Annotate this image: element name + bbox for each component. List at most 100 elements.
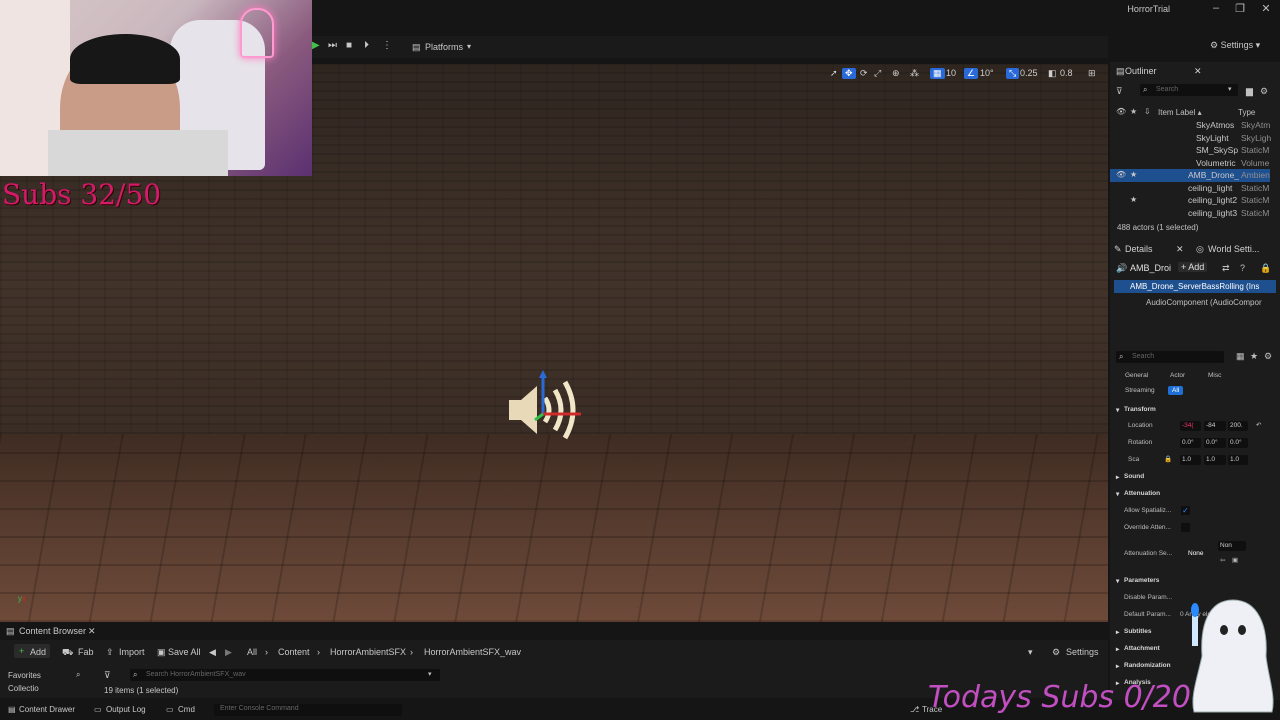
angle-snap-icon[interactable]: ∠ bbox=[964, 68, 979, 79]
browse-icon[interactable]: ▣ bbox=[1232, 556, 1238, 564]
chevron-right-icon[interactable]: ▸ bbox=[1116, 473, 1119, 481]
filter-icon[interactable]: ⊽ bbox=[1116, 86, 1123, 97]
blueprint-icon[interactable]: ⇄ bbox=[1222, 263, 1230, 274]
close-icon[interactable]: ✕ bbox=[1176, 244, 1184, 255]
save-all-button[interactable]: Save All bbox=[168, 647, 201, 657]
attenuation-dropdown[interactable]: Non bbox=[1218, 541, 1246, 551]
breadcrumb-horrorambientsfx[interactable]: HorrorAmbientSFX bbox=[330, 647, 406, 657]
location-y[interactable]: -84 bbox=[1204, 421, 1226, 431]
scale-y[interactable]: 1.0 bbox=[1204, 455, 1226, 465]
play-icon[interactable]: ▶ bbox=[312, 40, 320, 51]
outliner-tab[interactable]: Outliner bbox=[1125, 66, 1157, 76]
minimize-button[interactable]: – bbox=[1206, 2, 1226, 16]
outliner-search-input[interactable]: ⌕ Search ▾ bbox=[1140, 84, 1238, 96]
chevron-down-icon[interactable]: ▾ bbox=[1028, 647, 1033, 658]
grid-snap-icon[interactable]: ▦ bbox=[930, 68, 945, 79]
filter-actor[interactable]: Actor bbox=[1170, 372, 1185, 379]
star-icon[interactable]: ★ bbox=[1130, 107, 1137, 116]
outliner-row-selected[interactable]: 👁 ★ AMB_Drone_ Ambien bbox=[1110, 169, 1270, 182]
rotation-z[interactable]: 0.0° bbox=[1228, 438, 1248, 448]
outliner-row[interactable]: ★ ceiling_light2 StaticM bbox=[1110, 194, 1270, 207]
allow-spatialization-checkbox[interactable]: ✓ bbox=[1181, 506, 1190, 515]
asset-search-input[interactable]: ⌕ Search HorrorAmbientSFX_wav ▾ bbox=[130, 669, 440, 681]
column-type[interactable]: Type bbox=[1238, 108, 1255, 117]
attenuation-section[interactable]: Attenuation bbox=[1124, 490, 1160, 497]
star-icon[interactable]: ★ bbox=[1250, 351, 1258, 362]
cmd-button[interactable]: Cmd bbox=[178, 705, 195, 714]
attachment-section[interactable]: Attachment bbox=[1124, 645, 1160, 652]
eject-icon[interactable]: ⏵ bbox=[364, 40, 369, 51]
chevron-right-icon[interactable]: ▸ bbox=[1116, 662, 1119, 670]
visibility-icon[interactable]: 👁 bbox=[1116, 170, 1126, 179]
outliner-row[interactable]: ceiling_light StaticM bbox=[1110, 182, 1270, 195]
add-component-button[interactable]: + Add bbox=[1178, 262, 1208, 272]
world-settings-tab[interactable]: World Setti... bbox=[1208, 244, 1259, 254]
sound-section[interactable]: Sound bbox=[1124, 473, 1144, 480]
translate-icon[interactable]: ✥ bbox=[842, 68, 856, 79]
rotate-icon[interactable]: ⟳ bbox=[860, 68, 868, 79]
column-item-label[interactable]: Item Label ▴ bbox=[1158, 108, 1202, 117]
world-icon[interactable]: ⊕ bbox=[892, 68, 900, 79]
search-icon[interactable]: ⌕ bbox=[76, 670, 80, 680]
breadcrumb-all[interactable]: All bbox=[247, 647, 257, 657]
randomization-section[interactable]: Randomization bbox=[1124, 662, 1171, 669]
filter-streaming[interactable]: Streaming bbox=[1125, 387, 1155, 394]
filter-all[interactable]: All bbox=[1168, 386, 1184, 395]
content-settings-button[interactable]: Settings bbox=[1066, 647, 1099, 657]
pin-icon[interactable]: ⇩ bbox=[1144, 107, 1151, 116]
location-label[interactable]: Location bbox=[1128, 422, 1153, 429]
outliner-row[interactable]: SkyAtmos SkyAtm bbox=[1110, 119, 1270, 132]
camera-speed-icon[interactable]: ◧ bbox=[1048, 68, 1057, 79]
subtitles-section[interactable]: Subtitles bbox=[1124, 628, 1151, 635]
outliner-row[interactable]: Volumetric Volume bbox=[1110, 157, 1270, 170]
rotation-x[interactable]: 0.0° bbox=[1180, 438, 1201, 448]
angle-snap-value[interactable]: 10° bbox=[980, 68, 994, 78]
outliner-row[interactable]: SM_SkySp StaticM bbox=[1110, 144, 1270, 157]
visibility-icon[interactable]: 👁 bbox=[1116, 107, 1126, 116]
audio-actor-icon[interactable] bbox=[505, 370, 585, 450]
parameters-section[interactable]: Parameters bbox=[1124, 577, 1159, 584]
scale-snap-value[interactable]: 0.25 bbox=[1020, 68, 1038, 78]
camera-speed-value[interactable]: 0.8 bbox=[1060, 68, 1073, 78]
transform-section[interactable]: Transform bbox=[1124, 406, 1156, 413]
back-icon[interactable]: ◀ bbox=[209, 647, 216, 658]
close-icon[interactable]: ✕ bbox=[1194, 66, 1202, 77]
location-z[interactable]: 200. bbox=[1228, 421, 1248, 431]
gear-icon[interactable]: ⚙ bbox=[1260, 86, 1268, 97]
help-icon[interactable]: ? bbox=[1240, 263, 1245, 273]
fab-button[interactable]: Fab bbox=[78, 647, 94, 657]
lock-icon[interactable]: 🔒 bbox=[1260, 263, 1271, 274]
scale-x[interactable]: 1.0 bbox=[1180, 455, 1201, 465]
chevron-right-icon[interactable]: ▸ bbox=[1116, 628, 1119, 636]
content-drawer-button[interactable]: Content Drawer bbox=[19, 705, 75, 714]
grid-snap-value[interactable]: 10 bbox=[946, 68, 956, 78]
output-log-button[interactable]: Output Log bbox=[106, 705, 146, 714]
platforms-button[interactable]: Platforms bbox=[425, 42, 463, 52]
location-x[interactable]: -34( bbox=[1180, 421, 1201, 431]
component-child-label[interactable]: AudioComponent (AudioCompor bbox=[1146, 298, 1262, 307]
filter-general[interactable]: General bbox=[1125, 372, 1148, 379]
chevron-down-icon[interactable]: ▾ bbox=[1116, 577, 1119, 585]
add-button[interactable]: + Add bbox=[14, 644, 50, 658]
breadcrumb-horrorambientsfx-wav[interactable]: HorrorAmbientSFX_wav bbox=[424, 647, 521, 657]
actor-name[interactable]: AMB_Droi bbox=[1130, 263, 1171, 273]
scale-snap-icon[interactable]: ⤡ bbox=[1006, 68, 1020, 79]
details-tab[interactable]: Details bbox=[1125, 244, 1153, 254]
stop-icon[interactable]: ■ bbox=[346, 40, 352, 51]
outliner-row[interactable]: ceiling_light3 StaticM bbox=[1110, 207, 1270, 220]
gear-icon[interactable]: ⚙ bbox=[1264, 351, 1272, 362]
breadcrumb-content[interactable]: Content bbox=[278, 647, 310, 657]
chevron-down-icon[interactable]: ▾ bbox=[1116, 490, 1119, 498]
layout-icon[interactable]: ⊞ bbox=[1088, 68, 1096, 79]
close-icon[interactable]: ✕ bbox=[88, 626, 96, 637]
folder-icon[interactable]: ▆ bbox=[1246, 86, 1253, 97]
filter-misc[interactable]: Misc bbox=[1208, 372, 1221, 379]
table-view-icon[interactable]: ▦ bbox=[1236, 351, 1245, 362]
override-attenuation-checkbox[interactable] bbox=[1181, 523, 1190, 532]
scale-icon[interactable]: ⤢ bbox=[874, 68, 881, 79]
import-button[interactable]: Import bbox=[119, 647, 145, 657]
rotation-y[interactable]: 0.0° bbox=[1204, 438, 1226, 448]
chevron-right-icon[interactable]: ▸ bbox=[1116, 645, 1119, 653]
details-search-input[interactable]: ⌕ Search bbox=[1116, 351, 1224, 363]
star-icon[interactable]: ★ bbox=[1130, 195, 1137, 204]
